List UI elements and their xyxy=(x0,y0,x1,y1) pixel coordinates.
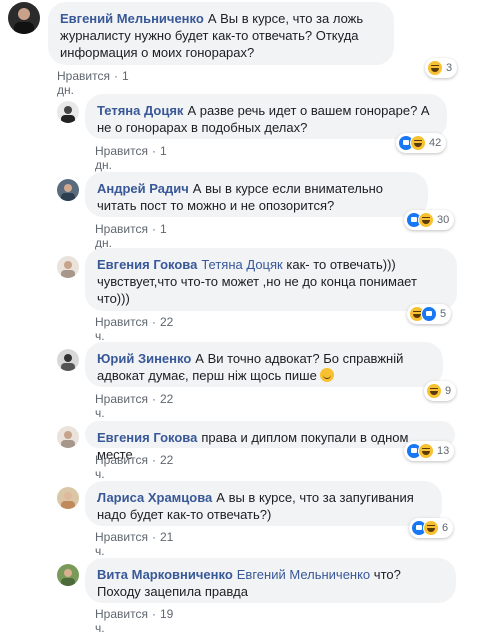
comment-author[interactable]: Лариса Храмцова xyxy=(97,490,212,505)
reaction-count: 9 xyxy=(445,385,452,397)
comment-bubble: Андрей Радич А вы в курсе если внимательн… xyxy=(85,172,428,217)
comment-bubble: Вита Марковниченко Евгений Мельниченко чт… xyxy=(85,558,456,603)
smile-emoji-icon xyxy=(320,368,335,382)
haha-reaction-icon xyxy=(410,135,426,151)
reactions-summary[interactable]: 30 xyxy=(404,210,455,230)
reaction-count: 30 xyxy=(437,214,450,226)
reactions-summary[interactable]: 42 xyxy=(396,133,447,153)
avatar[interactable] xyxy=(57,179,79,201)
like-button[interactable]: Нравится xyxy=(95,392,148,406)
comment-actions: Нравится · 19 ч. xyxy=(95,607,174,635)
reaction-count: 3 xyxy=(446,62,453,74)
like-button[interactable]: Нравится xyxy=(57,69,110,83)
avatar[interactable] xyxy=(57,564,79,586)
haha-reaction-icon xyxy=(426,383,442,399)
comment-bubble: Тетяна Доцяк А разве речь идет о вашем го… xyxy=(85,94,447,139)
reactions-summary[interactable]: 6 xyxy=(409,518,454,538)
comment-author[interactable]: Евгения Гокова xyxy=(97,257,197,272)
reactions-summary[interactable]: 5 xyxy=(407,304,452,324)
comment-actions: Нравится · 1 дн. xyxy=(57,69,129,97)
avatar[interactable] xyxy=(8,2,40,34)
haha-reaction-icon xyxy=(418,443,434,459)
comment-actions: Нравится · 22 ч. xyxy=(95,453,174,481)
comment-bubble: Юрий Зиненко А Ви точно адвокат? Бо справ… xyxy=(85,342,443,387)
like-button[interactable]: Нравится xyxy=(95,530,148,544)
comment-actions: Нравится · 1 дн. xyxy=(95,144,167,172)
haha-reaction-icon xyxy=(423,520,439,536)
avatar[interactable] xyxy=(57,101,79,123)
reaction-count: 5 xyxy=(440,308,447,320)
like-button[interactable]: Нравится xyxy=(95,144,148,158)
comment-bubble: Евгения Гокова права и диплом покупали в … xyxy=(85,421,455,462)
reactions-summary[interactable]: 3 xyxy=(425,58,458,78)
mention-link[interactable]: Тетяна Доцяк xyxy=(201,257,282,272)
reaction-count: 42 xyxy=(429,137,442,149)
like-reaction-icon xyxy=(421,306,437,322)
comment-bubble: Лариса Храмцова А вы в курсе, что за запу… xyxy=(85,481,442,526)
avatar[interactable] xyxy=(57,426,79,448)
reaction-count: 6 xyxy=(442,522,449,534)
comment-actions: Нравится · 22 ч. xyxy=(95,315,174,343)
reactions-summary[interactable]: 13 xyxy=(404,441,455,461)
comment-author[interactable]: Юрий Зиненко xyxy=(97,351,191,366)
comment-author[interactable]: Вита Марковниченко xyxy=(97,567,233,582)
comment-author[interactable]: Евгения Гокова xyxy=(97,430,197,445)
comment-author[interactable]: Евгений Мельниченко xyxy=(60,11,204,26)
comment-author[interactable]: Андрей Радич xyxy=(97,181,189,196)
comment-bubble: Евгения Гокова Тетяна Доцяк как- то отвеч… xyxy=(85,248,457,311)
haha-reaction-icon xyxy=(427,60,443,76)
like-button[interactable]: Нравится xyxy=(95,453,148,467)
reaction-count: 13 xyxy=(437,445,450,457)
mention-link[interactable]: Евгений Мельниченко xyxy=(237,567,370,582)
avatar[interactable] xyxy=(57,349,79,371)
comment-actions: Нравится · 22 ч. xyxy=(95,392,174,420)
comment-author[interactable]: Тетяна Доцяк xyxy=(97,103,183,118)
comment-actions: Нравится · 21 ч. xyxy=(95,530,174,558)
like-button[interactable]: Нравится xyxy=(95,315,148,329)
avatar[interactable] xyxy=(57,487,79,509)
haha-reaction-icon xyxy=(418,212,434,228)
like-button[interactable]: Нравится xyxy=(95,607,148,621)
reactions-summary[interactable]: 9 xyxy=(424,381,457,401)
like-button[interactable]: Нравится xyxy=(95,222,148,236)
avatar[interactable] xyxy=(57,256,79,278)
comment-bubble: Евгений Мельниченко А Вы в курсе, что за … xyxy=(48,2,394,65)
comment-actions: Нравится · 1 дн. xyxy=(95,222,167,250)
